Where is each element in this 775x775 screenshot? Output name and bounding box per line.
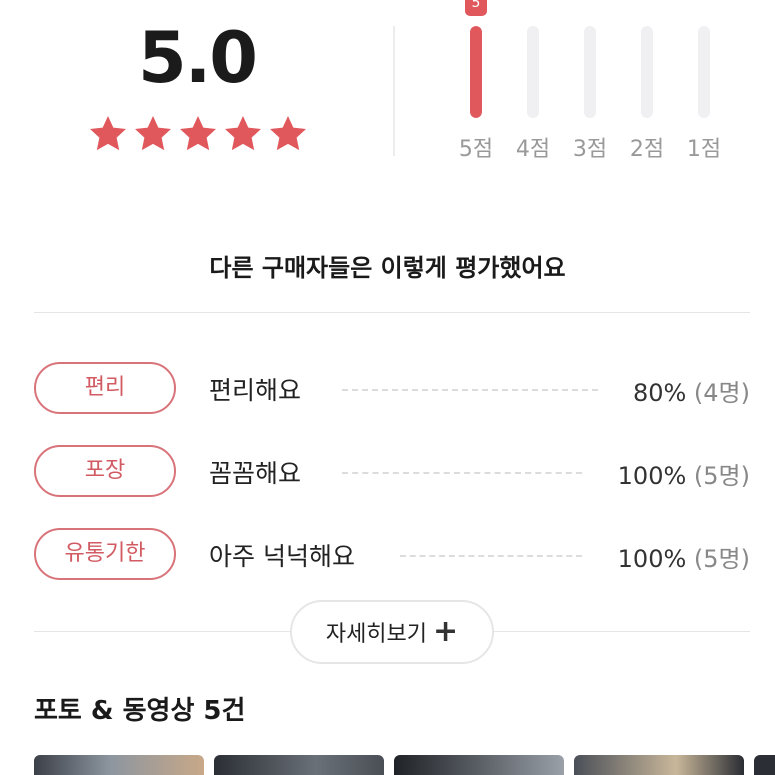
photo-thumbnail[interactable] — [34, 755, 204, 775]
plus-icon: + — [433, 614, 459, 649]
bar-4: 4점 — [503, 0, 563, 170]
photo-thumbnail[interactable] — [214, 755, 384, 775]
percent-value: 100% — [617, 545, 687, 573]
bar-1: 1점 — [674, 0, 734, 170]
keyword-row: 포장 꼼꼼해요 100% (5명) — [34, 445, 750, 497]
bar-track — [527, 26, 539, 118]
keyword-tag[interactable]: 유통기한 — [34, 528, 176, 580]
photo-thumbnail[interactable] — [574, 755, 744, 775]
bar-count-badge: 5 — [465, 0, 487, 16]
keyword-tag[interactable]: 포장 — [34, 445, 176, 497]
keyword-percent: 100% (5명) — [618, 539, 750, 574]
dotted-leader — [342, 389, 598, 391]
bar-label: 2점 — [629, 137, 665, 162]
view-more-button[interactable]: 자세히보기 + — [290, 600, 494, 664]
bar-label: 5점 — [458, 137, 494, 162]
dotted-leader — [342, 472, 582, 474]
bar-3: 3점 — [560, 0, 620, 170]
keyword-text: 아주 넉넉해요 — [209, 542, 355, 571]
dotted-leader — [400, 555, 582, 557]
keyword-percent: 80% (4명) — [633, 373, 750, 408]
respondent-count: (4명) — [693, 379, 750, 407]
rating-score: 5.0 — [138, 17, 258, 99]
respondent-count: (5명) — [693, 545, 750, 573]
bar-5: 5 5점 — [446, 0, 506, 170]
star-icon — [180, 116, 216, 151]
bar-track — [470, 26, 482, 118]
star-icon — [270, 116, 306, 151]
bar-label: 3점 — [572, 137, 608, 162]
keyword-text: 꼼꼼해요 — [209, 459, 302, 488]
photo-thumbnail[interactable] — [394, 755, 564, 775]
keyword-percent: 100% (5명) — [618, 456, 750, 491]
keyword-row: 유통기한 아주 넉넉해요 100% (5명) — [34, 528, 750, 580]
bar-label: 1점 — [686, 137, 722, 162]
keyword-row: 편리 편리해요 80% (4명) — [34, 362, 750, 414]
rating-distribution: 5 5점 4점 3점 2점 1점 — [446, 0, 746, 170]
bar-track — [641, 26, 653, 118]
view-more-label: 자세히보기 — [325, 622, 428, 647]
bar-2: 2점 — [617, 0, 677, 170]
star-icon — [135, 116, 171, 151]
bar-track — [698, 26, 710, 118]
bar-track — [584, 26, 596, 118]
percent-value: 100% — [617, 462, 687, 490]
respondent-count: (5명) — [693, 462, 750, 490]
photo-thumbnail[interactable] — [754, 755, 775, 775]
star-icon — [225, 116, 261, 151]
rating-stars — [86, 112, 310, 156]
summary-title: 다른 구매자들은 이렇게 평가했어요 — [209, 254, 566, 282]
bar-fill — [470, 26, 482, 118]
star-icon — [90, 116, 126, 151]
percent-value: 80% — [632, 379, 687, 407]
bar-label: 4점 — [515, 137, 551, 162]
keyword-text: 편리해요 — [209, 376, 302, 405]
divider — [34, 312, 750, 313]
keyword-tag[interactable]: 편리 — [34, 362, 176, 414]
vertical-divider — [393, 26, 395, 156]
photo-section-title: 포토 & 동영상 5건 — [34, 696, 246, 726]
